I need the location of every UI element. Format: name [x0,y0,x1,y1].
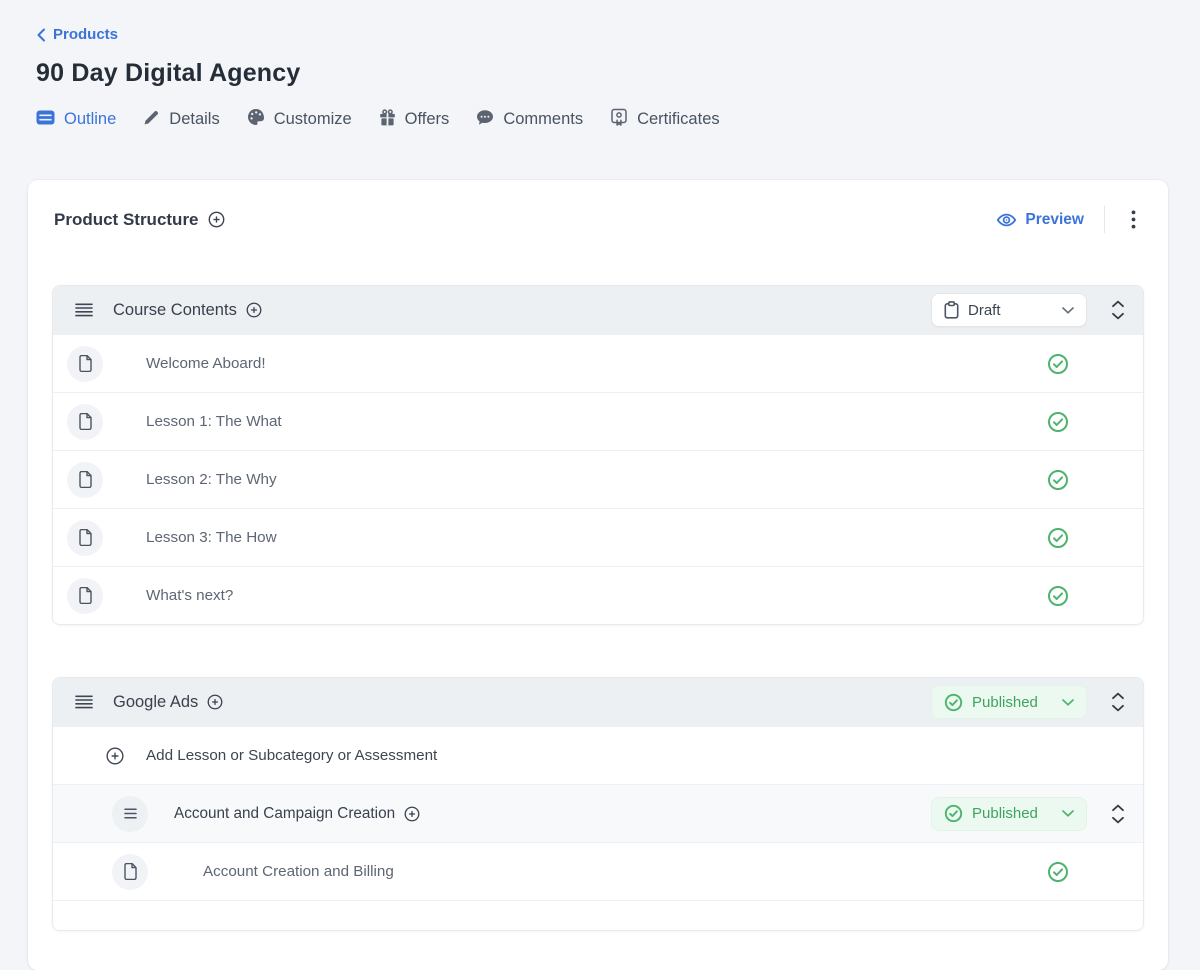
preview-label: Preview [1025,211,1084,229]
status-dropdown-draft[interactable]: Draft [931,293,1087,327]
breadcrumb-back-link[interactable]: Products [36,26,118,43]
status-dropdown-published[interactable]: Published [931,685,1087,719]
document-icon [112,854,148,890]
add-lesson-label: Add Lesson or Subcategory or Assessment [146,747,437,764]
add-lesson-row[interactable]: Add Lesson or Subcategory or Assessment [53,726,1143,784]
tab-bar: Outline Details Customize Offers Comment… [36,108,1168,132]
collapse-expand-button[interactable] [1109,802,1127,826]
tab-label: Outline [64,110,116,129]
lesson-title: Lesson 2: The Why [146,471,277,488]
lesson-row[interactable]: Lesson 1: The What [53,392,1143,450]
lesson-title: Account Creation and Billing [203,863,394,880]
clipboard-icon [944,301,959,319]
tab-customize[interactable]: Customize [247,108,352,131]
published-check-icon [1047,353,1069,375]
section-header: Google Ads Published [53,678,1143,726]
subcategory-row[interactable]: Account and Campaign Creation Published [53,784,1143,842]
collapse-expand-button[interactable] [1109,690,1127,714]
section-header: Course Contents Draft [53,286,1143,334]
collapse-expand-button[interactable] [1109,298,1127,322]
section-title: Course Contents [113,301,237,320]
gift-icon [379,109,396,131]
certificate-icon [610,108,628,132]
tab-offers[interactable]: Offers [379,109,450,131]
palette-icon [247,108,265,131]
lesson-title: What's next? [146,587,233,604]
tab-label: Customize [274,110,352,129]
add-section-button[interactable] [208,211,225,228]
lesson-row[interactable]: Lesson 2: The Why [53,450,1143,508]
tab-label: Offers [405,110,450,129]
published-check-icon [1047,585,1069,607]
published-check-icon [1047,469,1069,491]
page-header: Products 90 Day Digital Agency Outline D… [0,0,1200,132]
card-header: Product Structure Preview [28,180,1168,233]
document-icon [67,346,103,382]
published-check-icon [1047,527,1069,549]
document-icon [67,578,103,614]
status-dropdown-published[interactable]: Published [931,797,1087,831]
tab-details[interactable]: Details [143,109,219,131]
subcategory-title: Account and Campaign Creation [174,805,395,823]
lesson-title: Lesson 1: The What [146,413,282,430]
divider [1104,206,1105,233]
tab-comments[interactable]: Comments [476,109,583,131]
tab-label: Comments [503,110,583,129]
tab-certificates[interactable]: Certificates [610,108,720,132]
preview-button[interactable]: Preview [996,210,1084,230]
add-item-button[interactable] [404,806,420,822]
lesson-row-partial[interactable] [53,900,1143,930]
add-item-button[interactable] [207,694,223,710]
panel-title: Product Structure [54,210,199,230]
section-google-ads: Google Ads Published [52,677,1144,931]
tab-label: Details [169,110,219,129]
section-course-contents: Course Contents Draft [52,285,1144,625]
document-icon [67,462,103,498]
section-title: Google Ads [113,693,198,712]
pencil-icon [143,109,160,131]
chevron-down-icon [1062,810,1074,817]
status-label: Published [972,694,1038,711]
lesson-title: Lesson 3: The How [146,529,277,546]
drag-handle-icon[interactable] [73,299,95,321]
tab-label: Certificates [637,110,720,129]
check-circle-icon [944,693,963,712]
status-label: Published [972,805,1038,822]
published-check-icon [1047,861,1069,883]
status-label: Draft [968,302,1001,319]
check-circle-icon [944,804,963,823]
add-item-button[interactable] [246,302,262,318]
breadcrumb-label: Products [53,26,118,43]
lesson-title: Welcome Aboard! [146,355,266,372]
kebab-menu-button[interactable] [1125,208,1142,231]
eye-icon [996,210,1017,230]
lesson-row[interactable]: Lesson 3: The How [53,508,1143,566]
outline-grid-icon [36,110,55,130]
tab-outline[interactable]: Outline [36,110,116,130]
speech-bubble-icon [476,109,494,131]
drag-handle-icon[interactable] [73,691,95,713]
chevron-down-icon [1062,699,1074,706]
lesson-row[interactable]: Account Creation and Billing [53,842,1143,900]
lesson-row[interactable]: What's next? [53,566,1143,624]
chevron-down-icon [1062,307,1074,314]
plus-circle-icon [106,747,124,765]
drag-handle-icon[interactable] [112,796,148,832]
lesson-row[interactable]: Welcome Aboard! [53,334,1143,392]
published-check-icon [1047,411,1069,433]
product-structure-card: Product Structure Preview [28,180,1168,970]
chevron-left-icon [36,28,46,42]
page-title: 90 Day Digital Agency [36,59,1168,88]
sections-list: Course Contents Draft [52,285,1144,931]
document-icon [67,404,103,440]
document-icon [67,520,103,556]
